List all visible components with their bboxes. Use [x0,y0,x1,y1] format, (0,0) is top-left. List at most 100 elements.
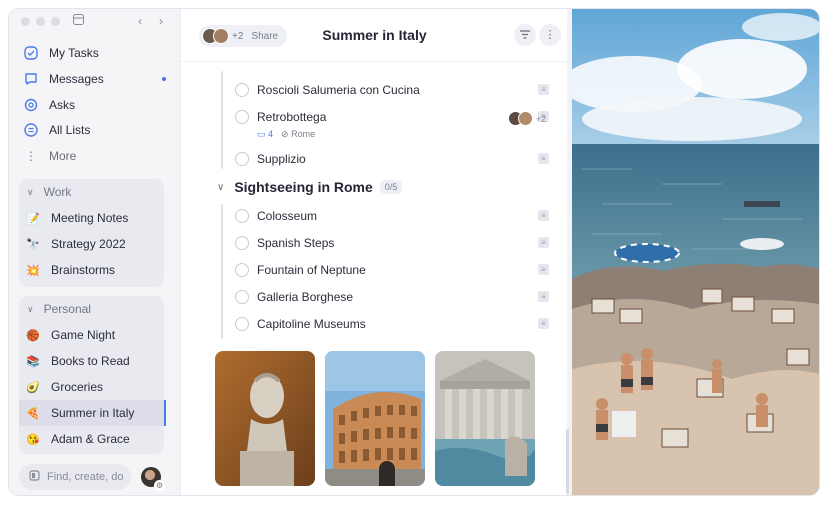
section-header[interactable]: ∨ Sightseeing in Rome 0/5 [217,179,403,195]
list-label: Summer in Italy [51,406,135,420]
list-books-to-read[interactable]: 📚 Books to Read [19,348,164,374]
task-label: Capitoline Museums [257,317,366,331]
close-window-button[interactable] [21,17,30,26]
gear-icon[interactable]: ⚙ [154,480,165,491]
collision-icon: 💥 [26,264,40,277]
assignee-avatar [517,111,533,126]
notes-icon[interactable]: ≡ [538,153,549,164]
task-item[interactable]: Fountain of Neptune ≡ [235,263,555,277]
photo-pantheon-thumbnail[interactable] [435,351,535,486]
telescope-icon: 🔭 [26,238,40,251]
notes-icon[interactable]: ≡ [538,318,549,329]
nav-asks[interactable]: Asks [19,93,169,117]
task-item[interactable]: Colosseum ≡ [235,209,555,223]
tag-rome[interactable]: ⊘ Rome [281,129,315,140]
task-meta: ▭ 4 ⊘ Rome [257,129,315,140]
task-checkbox[interactable] [235,236,249,250]
nav-label: Asks [49,98,76,112]
task-list: Roscioli Salumeria con Cucina ≡ Retrobot… [181,63,568,495]
group-title: Work [43,185,72,199]
task-checkbox[interactable] [235,290,249,304]
nav-label: Messages [49,72,104,86]
notes-icon[interactable]: ≡ [538,237,549,248]
search-input[interactable]: Find, create, do [19,464,131,490]
list-game-night[interactable]: 🏀 Game Night [19,322,164,348]
task-label: Roscioli Salumeria con Cucina [257,83,420,97]
list-brainstorms[interactable]: 💥 Brainstorms [19,257,164,283]
back-arrow-icon[interactable]: ‹ [133,14,147,28]
sidebar-toggle-icon[interactable] [71,14,85,28]
nav-label: All Lists [49,123,91,137]
group-work-header[interactable]: ∨ Work [19,179,164,205]
main-panel: +2 Share Summer in Italy ⋮ Roscioli Salu… [180,9,569,495]
comment-count[interactable]: ▭ 4 [257,129,273,140]
list-label: Groceries [51,380,104,394]
task-item[interactable]: Galleria Borghese ≡ [235,290,555,304]
list-label: Adam & Grace [51,432,130,446]
nav-messages[interactable]: Messages [19,67,169,91]
list-label: Meeting Notes [51,211,129,225]
task-checkbox[interactable] [235,83,249,97]
tag-icon: ⊘ [281,129,289,139]
more-vertical-icon: ⋮ [544,29,556,41]
sidebar: ‹ › My Tasks Messages Asks All Lists ⋮ M… [9,9,175,495]
list-adam-and-grace[interactable]: 😘 Adam & Grace [19,426,164,452]
user-avatar[interactable]: ⚙ [141,467,165,491]
group-personal: ∨ Personal 🏀 Game Night 📚 Books to Read … [19,296,166,454]
avocado-icon: 🥑 [26,381,40,394]
task-item[interactable]: Spanish Steps ≡ [235,236,555,250]
task-label: Supplizio [257,152,306,166]
photo-colosseum-thumbnail[interactable] [325,351,425,486]
photo-statue-thumbnail[interactable] [215,351,315,486]
group-personal-header[interactable]: ∨ Personal [19,296,164,322]
beach-photo [572,9,819,495]
chevron-down-icon: ∨ [27,186,34,197]
unread-indicator [162,77,166,81]
list-header: +2 Share Summer in Italy ⋮ [181,9,568,62]
notes-icon[interactable]: ≡ [538,264,549,275]
task-item[interactable]: Capitoline Museums ≡ [235,317,555,331]
task-checkbox[interactable] [235,152,249,166]
indent-line [221,71,223,169]
list-meeting-notes[interactable]: 📝 Meeting Notes [19,205,164,231]
nav-more[interactable]: ⋮ More [19,144,169,168]
basketball-icon: 🏀 [26,329,40,342]
page-title: Summer in Italy [322,27,427,43]
task-checkbox[interactable] [235,317,249,331]
nav-all-lists[interactable]: All Lists [19,118,169,142]
task-assignees[interactable]: +2 [507,111,546,126]
list-label: Game Night [51,328,116,342]
task-item[interactable]: Supplizio ≡ [235,152,555,166]
minimize-window-button[interactable] [36,17,45,26]
nav-label: More [49,149,77,163]
chat-bubble-icon [23,71,39,87]
more-options-button[interactable]: ⋮ [539,24,561,46]
zoom-window-button[interactable] [51,17,60,26]
comment-count-value: 4 [268,129,274,139]
nav-my-tasks[interactable]: My Tasks [19,41,169,65]
window-controls[interactable] [21,17,60,26]
task-label: Fountain of Neptune [257,263,366,277]
forward-arrow-icon[interactable]: › [154,14,168,28]
task-checkbox[interactable] [235,263,249,277]
list-label: Strategy 2022 [51,237,126,251]
chevron-down-icon[interactable]: ∨ [217,182,224,193]
more-vertical-icon: ⋮ [25,149,37,163]
notes-icon[interactable]: ≡ [538,84,549,95]
notes-icon[interactable]: ≡ [538,291,549,302]
kiss-face-icon: 😘 [26,433,40,446]
notes-icon[interactable]: ≡ [538,210,549,221]
list-groceries[interactable]: 🥑 Groceries [19,374,164,400]
task-item[interactable]: Roscioli Salumeria con Cucina ≡ [235,83,555,97]
search-placeholder: Find, create, do [47,471,124,483]
scrollbar[interactable] [566,429,569,494]
task-checkbox[interactable] [235,110,249,124]
group-work: ∨ Work 📝 Meeting Notes 🔭 Strategy 2022 💥… [19,179,164,287]
filter-button[interactable] [514,24,536,46]
app-window: ‹ › My Tasks Messages Asks All Lists ⋮ M… [9,9,819,495]
comment-icon: ▭ [257,129,266,139]
task-checkbox[interactable] [235,209,249,223]
filter-icon [520,30,530,42]
list-strategy-2022[interactable]: 🔭 Strategy 2022 [19,231,164,257]
list-summer-in-italy[interactable]: 🍕 Summer in Italy [19,400,166,426]
